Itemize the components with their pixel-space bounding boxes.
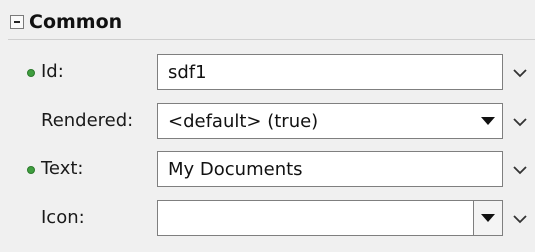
property-row-id: Id: sdf1 [0,54,535,92]
id-value: sdf1 [168,61,207,83]
property-row-rendered: Rendered: <default> (true) [0,103,535,141]
id-input[interactable]: sdf1 [157,54,503,90]
section-header-common[interactable]: Common [8,4,535,40]
chevron-down-icon[interactable] [511,210,529,228]
text-input[interactable]: My Documents [157,151,503,187]
text-value: My Documents [168,158,303,180]
dropdown-arrow-icon[interactable] [473,201,502,235]
dropdown-arrow-icon[interactable] [474,104,502,138]
rendered-select[interactable]: <default> (true) [157,103,503,139]
required-indicator-icon [27,69,35,77]
section-title: Common [29,10,123,33]
chevron-down-icon[interactable] [511,161,529,179]
required-indicator-icon [27,166,35,174]
property-row-icon: Icon: [0,200,535,238]
property-inspector-panel: Common Id: sdf1 Rendered: <default> (tru… [0,0,535,252]
rendered-label: Rendered: [41,110,134,131]
id-label: Id: [41,61,64,82]
icon-select[interactable] [157,200,503,236]
property-row-text: Text: My Documents [0,151,535,189]
text-label: Text: [41,158,84,179]
icon-label: Icon: [41,207,85,228]
rendered-value: <default> (true) [168,110,319,132]
collapse-minus-icon[interactable] [10,14,24,29]
chevron-down-icon[interactable] [511,64,529,82]
chevron-down-icon[interactable] [511,113,529,131]
